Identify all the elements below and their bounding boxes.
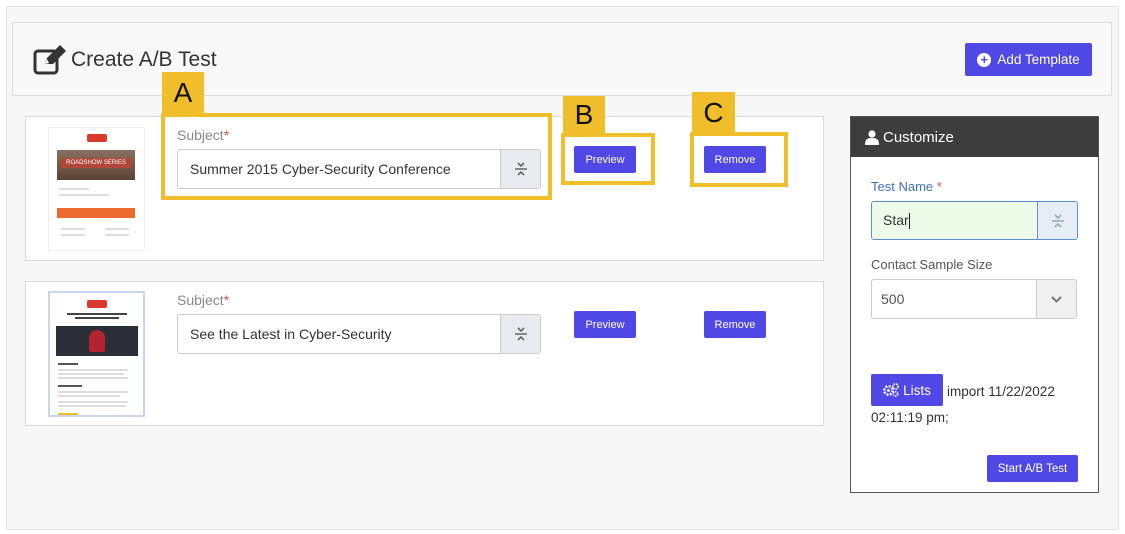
sample-size-value[interactable]: 500 <box>872 280 1036 318</box>
template-thumbnail[interactable] <box>48 291 145 417</box>
page-title: Create A/B Test <box>33 45 217 75</box>
lists-button[interactable]: Lists <box>871 374 943 406</box>
preview-button[interactable]: Preview <box>574 311 636 338</box>
add-template-label: Add Template <box>997 52 1080 67</box>
callout-b-highlight <box>561 133 655 185</box>
callout-b-label: B <box>563 96 605 134</box>
customize-header: Customize <box>851 117 1098 157</box>
customize-title: Customize <box>883 128 954 146</box>
thumbnail-logo <box>87 300 107 308</box>
personalize-addon[interactable] <box>500 315 540 353</box>
template-card-2: Subject* See the Latest in Cyber-Securit… <box>25 281 824 426</box>
subject-value[interactable]: See the Latest in Cyber-Security <box>178 315 500 353</box>
chevron-down-icon <box>1051 295 1062 303</box>
edit-icon <box>33 45 66 75</box>
customize-panel: Customize Test Name * Star Contact Sampl… <box>850 116 1099 493</box>
text-cursor <box>908 213 910 230</box>
callout-c-highlight <box>690 132 788 187</box>
thumbnail-image <box>56 326 138 356</box>
plus-circle-icon: + <box>977 52 992 67</box>
start-ab-test-button[interactable]: Start A/B Test <box>987 455 1078 482</box>
thumbnail-banner: ROADSHOW SERIES <box>57 150 135 180</box>
test-name-value[interactable]: Star <box>872 202 1037 239</box>
text-merge-icon <box>1051 213 1064 228</box>
test-name-input[interactable]: Star <box>871 201 1078 240</box>
callout-c-label: C <box>692 92 735 133</box>
callout-a-label: A <box>162 72 204 113</box>
user-icon <box>865 129 879 145</box>
personalize-addon[interactable] <box>1037 202 1077 239</box>
sample-size-select[interactable]: 500 <box>871 279 1077 319</box>
sample-size-label: Contact Sample Size <box>871 257 993 272</box>
thumbnail-form-bar <box>57 208 135 218</box>
callout-a-highlight <box>161 113 552 200</box>
dropdown-toggle[interactable] <box>1036 280 1076 318</box>
template-thumbnail[interactable]: ROADSHOW SERIES <box>48 127 145 251</box>
lists-label: Lists <box>903 382 931 398</box>
page-title-text: Create A/B Test <box>71 48 217 71</box>
subject-label: Subject* <box>177 292 230 308</box>
test-name-label: Test Name * <box>871 179 942 194</box>
subject-input[interactable]: See the Latest in Cyber-Security <box>177 314 541 354</box>
thumbnail-banner-text: ROADSHOW SERIES <box>61 158 131 168</box>
text-merge-icon <box>514 327 527 341</box>
add-template-button[interactable]: + Add Template <box>965 43 1092 76</box>
gears-icon <box>883 383 900 397</box>
thumbnail-logo <box>87 134 107 142</box>
remove-button[interactable]: Remove <box>704 311 766 338</box>
